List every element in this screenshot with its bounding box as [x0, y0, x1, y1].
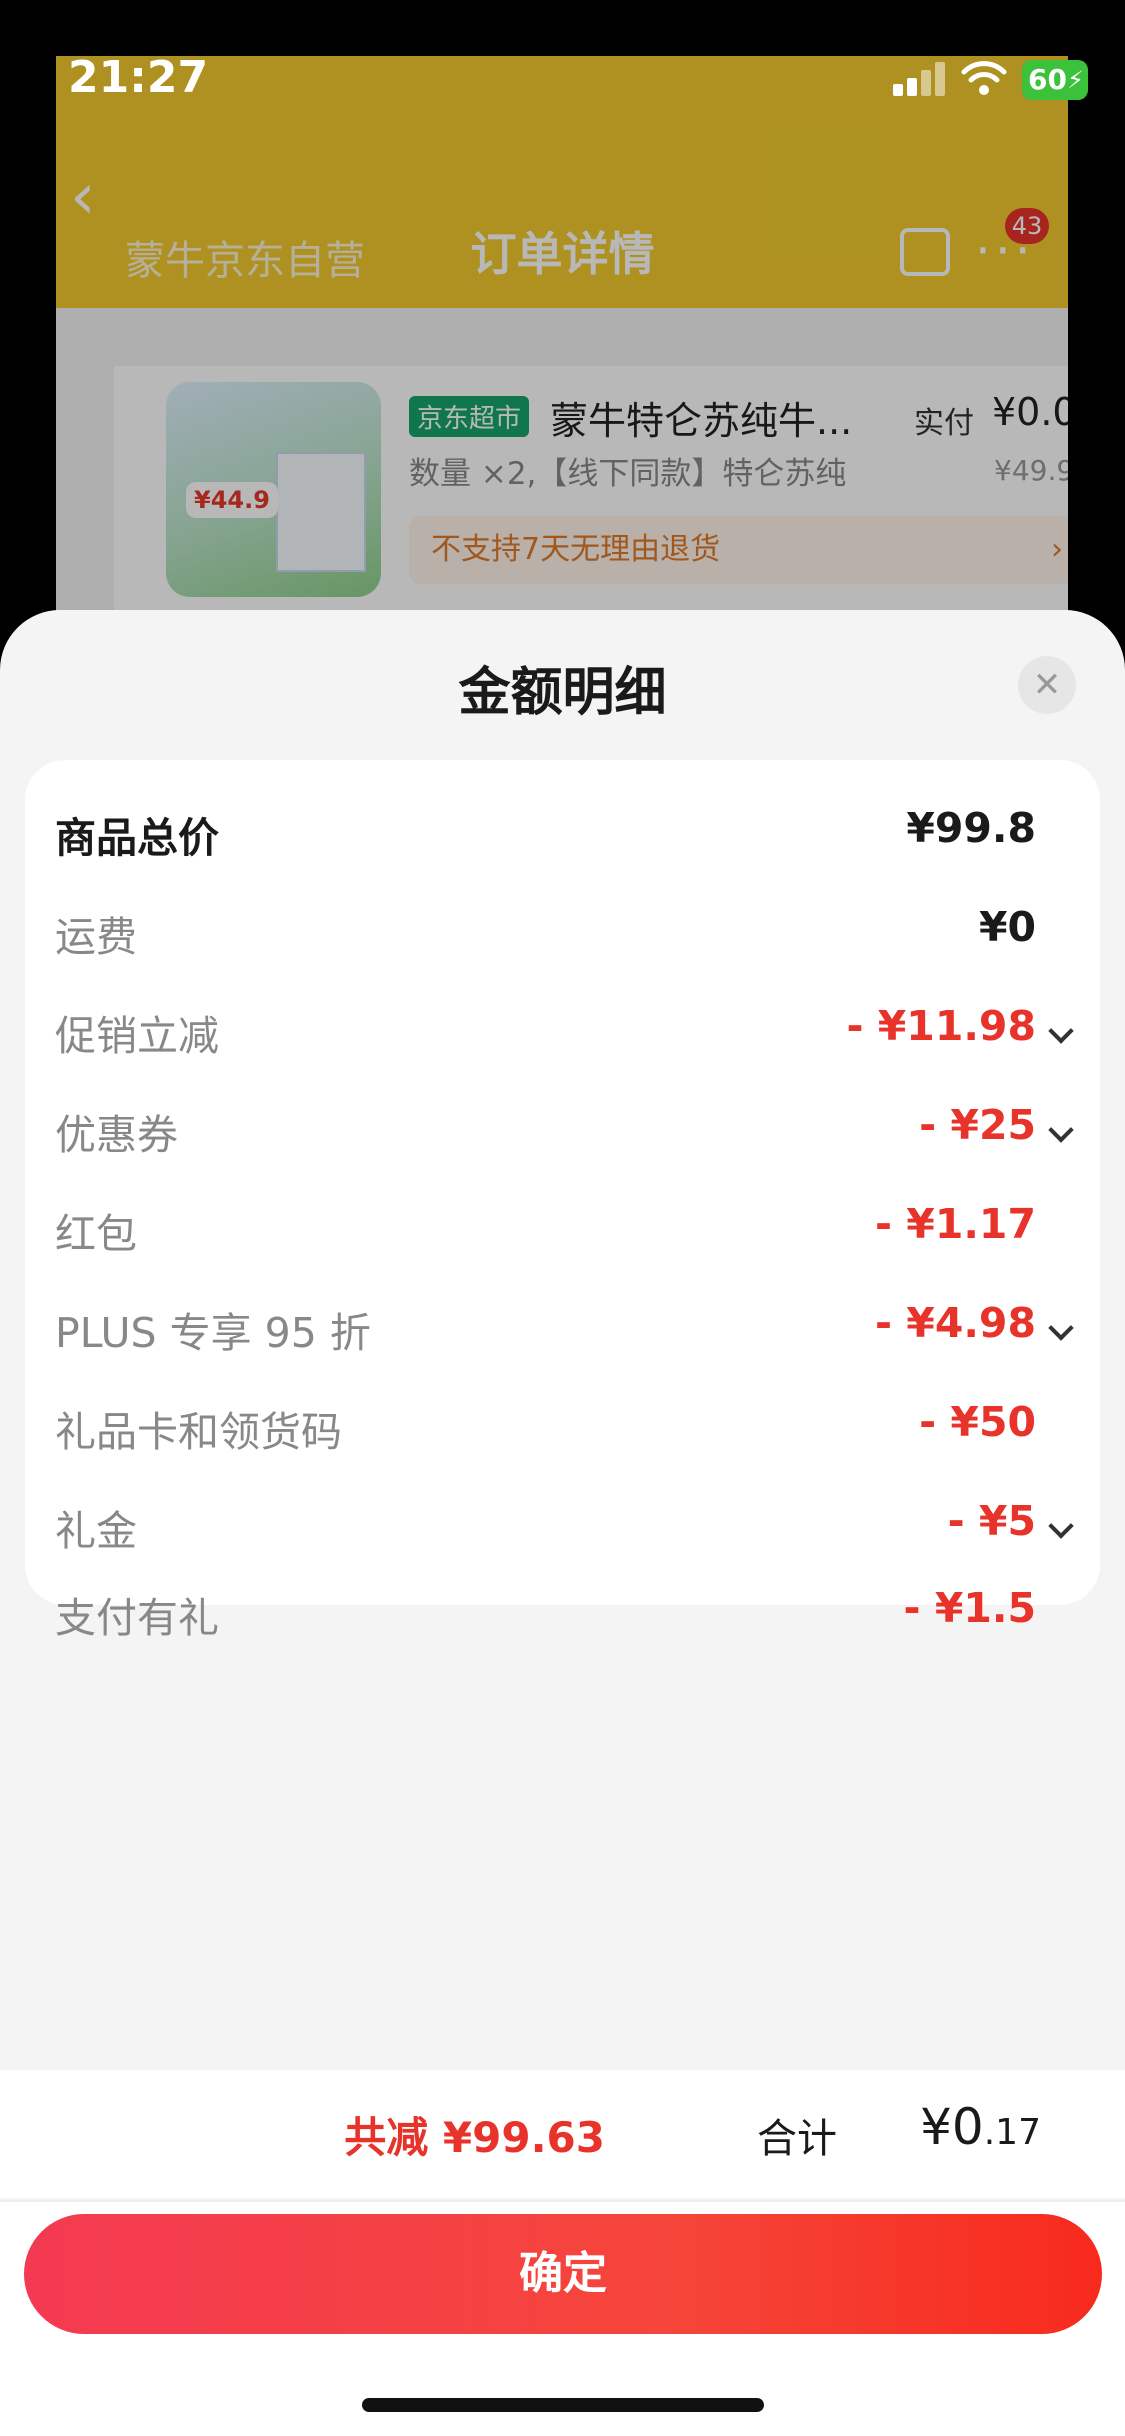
row-label: 支付有礼 — [55, 1594, 219, 1642]
row-amount: - ¥11.98 — [846, 1002, 1036, 1050]
row-label: 优惠券 — [55, 1111, 178, 1159]
row-amount: - ¥50 — [919, 1398, 1036, 1446]
summary-bar: 共减 ¥99.63 合计 ¥0.17 — [0, 2070, 1125, 2198]
total-integer: 0 — [951, 2098, 984, 2156]
row-label: 礼品卡和领货码 — [55, 1408, 342, 1456]
row-amount: - ¥5 — [947, 1497, 1036, 1545]
status-time: 21:27 — [68, 52, 209, 103]
charging-icon: ⚡ — [1067, 66, 1084, 94]
total-label: 合计 — [757, 2116, 837, 2162]
row-plus-discount[interactable]: PLUS 专享 95 折 - ¥4.98 — [25, 1275, 1100, 1374]
total-value: ¥0.17 — [920, 2098, 1041, 2156]
status-bar: 21:27 60 ⚡ — [0, 0, 1125, 110]
row-label: 运费 — [55, 913, 137, 961]
row-amount: - ¥4.98 — [875, 1299, 1036, 1347]
row-cash-gift[interactable]: 礼金 - ¥5 — [25, 1473, 1100, 1572]
row-amount: - ¥1.5 — [903, 1584, 1036, 1632]
row-label: PLUS 专享 95 折 — [55, 1309, 371, 1357]
chevron-down-icon[interactable] — [1048, 1513, 1074, 1539]
row-label: 促销立减 — [55, 1012, 219, 1060]
home-indicator[interactable] — [362, 2398, 764, 2412]
row-payment-gift — [25, 1671, 1100, 1770]
chevron-down-icon[interactable] — [1048, 1315, 1074, 1341]
row-amount: ¥99.8 — [906, 804, 1036, 852]
row-shipping: 运费 ¥0 — [25, 879, 1100, 978]
battery-icon: 60 ⚡ — [1022, 60, 1088, 100]
total-decimal: .17 — [983, 2112, 1041, 2153]
confirm-button[interactable]: 确定 — [24, 2214, 1102, 2334]
row-label: 礼金 — [55, 1507, 137, 1555]
row-red-packet: 红包 - ¥1.17 — [25, 1176, 1100, 1275]
row-amount: - ¥25 — [919, 1101, 1036, 1149]
row-amount: ¥0 — [978, 903, 1036, 951]
row-gift-card: 礼品卡和领货码 - ¥50 — [25, 1374, 1100, 1473]
amount-detail-card: 商品总价 ¥99.8 运费 ¥0 促销立减 - ¥11.98 优惠券 - ¥25… — [25, 760, 1100, 1605]
battery-level: 60 — [1028, 63, 1067, 96]
chevron-down-icon[interactable] — [1048, 1018, 1074, 1044]
row-promotion[interactable]: 促销立减 - ¥11.98 — [25, 978, 1100, 1077]
wifi-icon — [961, 61, 1007, 95]
row-amount: - ¥1.17 — [875, 1200, 1036, 1248]
signal-icon — [893, 62, 945, 96]
close-icon: ✕ — [1032, 665, 1062, 705]
row-label: 商品总价 — [55, 814, 219, 862]
total-currency: ¥ — [920, 2098, 952, 2156]
row-goods-total: 商品总价 ¥99.8 — [25, 780, 1100, 879]
row-label: 红包 — [55, 1210, 137, 1258]
sheet-title: 金额明细 — [458, 663, 667, 723]
close-button[interactable]: ✕ — [1018, 656, 1076, 714]
chevron-down-icon[interactable] — [1048, 1117, 1074, 1143]
total-discount: 共减 ¥99.63 — [344, 2113, 605, 2162]
row-payment-gift: 支付有礼 - ¥1.5 — [25, 1570, 1100, 1669]
row-coupon[interactable]: 优惠券 - ¥25 — [25, 1077, 1100, 1176]
